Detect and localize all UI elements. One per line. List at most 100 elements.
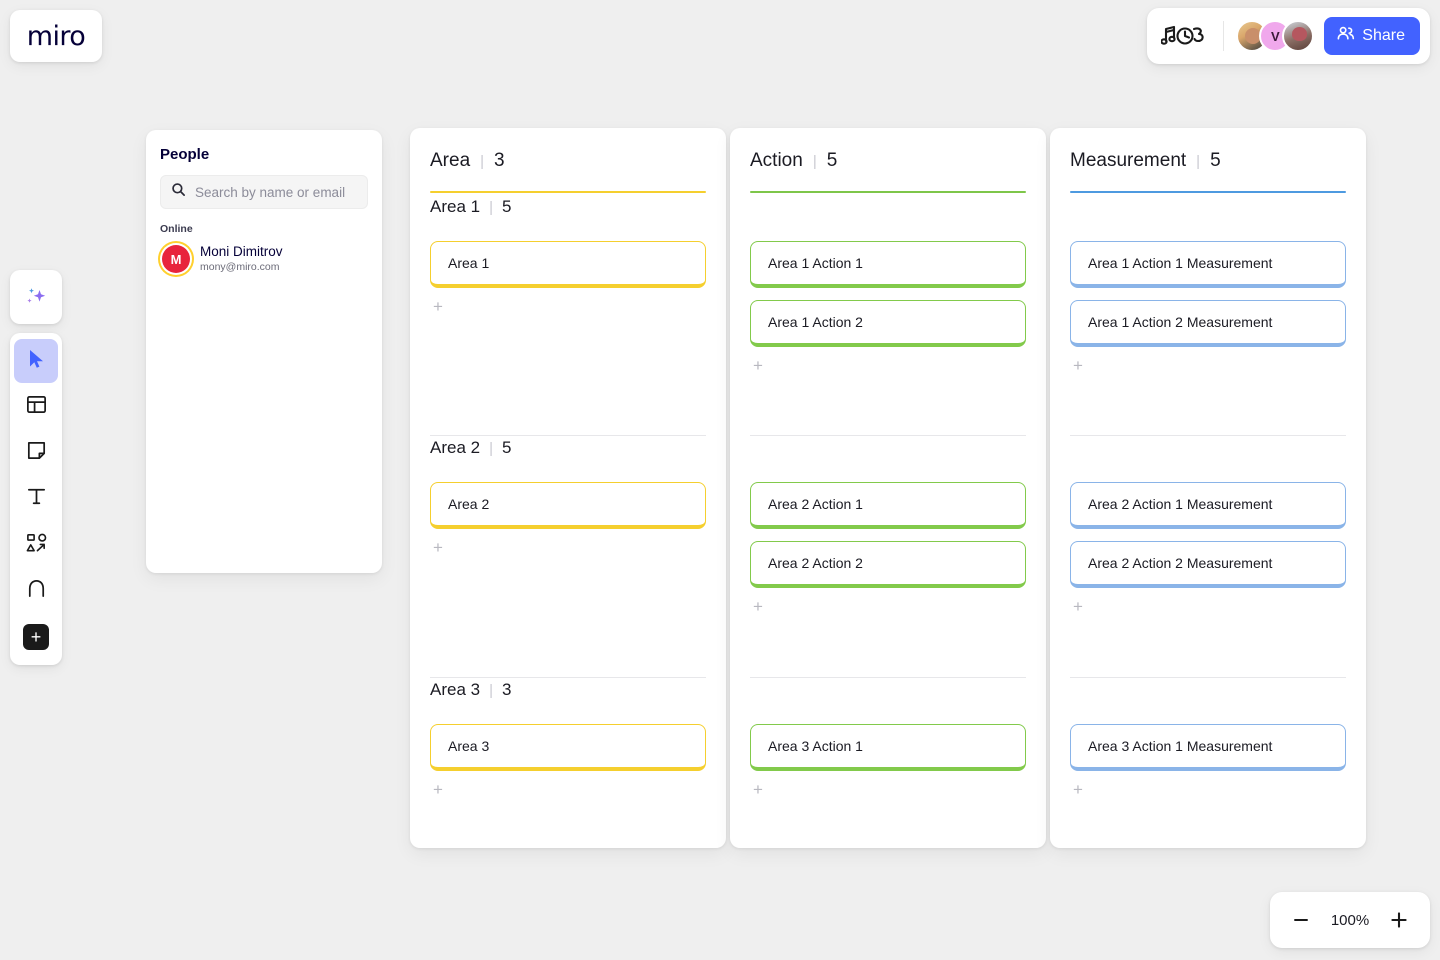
templates-tool[interactable]	[14, 385, 58, 429]
text-icon	[25, 485, 48, 513]
share-button-label: Share	[1362, 27, 1405, 44]
collaborator-avatars[interactable]: V	[1234, 20, 1315, 52]
board-card-label: Area 2 Action 2 Measurement	[1088, 555, 1273, 571]
card-list: Area 1 Action 1 Measurement Area 1 Action…	[1070, 241, 1346, 374]
people-list-item[interactable]: M Moni Dimitrov mony@miro.com	[160, 244, 368, 275]
column-title-separator: |	[1196, 153, 1201, 170]
search-input[interactable]	[195, 184, 357, 200]
board-card-label: Area 3	[448, 738, 490, 754]
zoom-level-label: 100%	[1330, 911, 1370, 929]
divider	[1223, 21, 1225, 51]
board-card[interactable]: Area 2 Action 1	[750, 482, 1026, 529]
board-card[interactable]: Area 2 Action 2	[750, 541, 1026, 588]
board-card-label: Area 2 Action 2	[768, 555, 863, 571]
board-card[interactable]: Area 3 Action 1	[750, 724, 1026, 771]
group-header	[1070, 678, 1346, 712]
card-list: Area 2 Action 1 Area 2 Action 2 +	[750, 482, 1026, 615]
add-card-button[interactable]: +	[433, 539, 449, 556]
card-list: Area 3 Action 1 +	[750, 724, 1026, 798]
select-tool[interactable]	[14, 339, 58, 383]
sparkles-icon	[22, 281, 50, 314]
pen-tool[interactable]	[14, 569, 58, 613]
ai-sparkles-tool[interactable]	[10, 270, 62, 324]
board-canvas: miro V Share + People Search by name or …	[0, 0, 1440, 960]
zoom-in-button[interactable]	[1386, 907, 1412, 933]
add-card-button[interactable]: +	[1073, 781, 1089, 798]
add-card-button[interactable]: +	[753, 357, 769, 374]
board-card-label: Area 2 Action 1 Measurement	[1088, 496, 1273, 512]
board-card[interactable]: Area 1 Action 2 Measurement	[1070, 300, 1346, 347]
card-list: Area 3 Action 1 Measurement +	[1070, 724, 1346, 798]
search-icon	[171, 182, 186, 202]
text-tool[interactable]	[14, 477, 58, 521]
column-count: 5	[1210, 150, 1221, 171]
column-title-separator: |	[480, 153, 485, 170]
board-card[interactable]: Area 3 Action 1 Measurement	[1070, 724, 1346, 771]
column-accent-rule	[430, 191, 706, 193]
group-title-separator: |	[489, 199, 493, 216]
column-count: 3	[494, 150, 505, 171]
column-title: Area	[430, 150, 471, 171]
column-accent-rule	[750, 191, 1026, 193]
card-list: Area 1 +	[430, 241, 706, 315]
sticky-note-icon	[25, 439, 48, 467]
card-group: Area 3 Action 1 Measurement +	[1070, 678, 1346, 841]
group-title: Area 2	[430, 438, 481, 457]
add-card-button[interactable]: +	[1073, 598, 1089, 615]
column-header: Action | 5	[750, 150, 1026, 172]
music-notes-timer-doodle-icon[interactable]	[1157, 19, 1213, 53]
board-column: Measurement | 5 Area 1 Action 1 Measurement…	[1050, 128, 1366, 848]
group-header	[1070, 436, 1346, 470]
add-card-button[interactable]: +	[433, 298, 449, 315]
group-title: Area 1	[430, 197, 481, 216]
board-card[interactable]: Area 3	[430, 724, 706, 771]
card-group: Area 1 Action 1 Measurement Area 1 Action…	[1070, 195, 1346, 435]
board-card[interactable]: Area 1 Action 2	[750, 300, 1026, 347]
shapes-tool[interactable]	[14, 523, 58, 567]
add-card-button[interactable]: +	[753, 781, 769, 798]
avatar[interactable]	[1282, 20, 1315, 52]
board-card-label: Area 2	[448, 496, 490, 512]
add-card-button[interactable]: +	[753, 598, 769, 615]
board-card-label: Area 1 Action 1 Measurement	[1088, 255, 1273, 271]
group-title-separator: |	[489, 682, 493, 699]
group-header	[1070, 195, 1346, 229]
board-card[interactable]: Area 2	[430, 482, 706, 529]
card-group: Area 1 | 5 Area 1 +	[430, 195, 706, 435]
board-card[interactable]: Area 2 Action 2 Measurement	[1070, 541, 1346, 588]
zoom-out-button[interactable]	[1288, 907, 1314, 933]
online-section-label: Online	[160, 223, 193, 235]
top-right-bar: V Share	[1147, 8, 1430, 64]
board-card[interactable]: Area 1	[430, 241, 706, 288]
card-list: Area 2 +	[430, 482, 706, 556]
card-group: Area 3 Action 1 +	[750, 678, 1026, 841]
group-header	[750, 195, 1026, 229]
group-header: Area 2 | 5	[430, 436, 706, 470]
miro-logo-button[interactable]: miro	[10, 10, 102, 62]
left-toolbar: +	[10, 333, 62, 665]
cursor-icon	[25, 348, 47, 375]
group-header: Area 3 | 3	[430, 678, 706, 712]
board-columns: Area | 3 Area 1 | 5 Area 1 + Area 2 | 5 Area 2 + Area…	[410, 128, 1366, 848]
board-card[interactable]: Area 1 Action 1 Measurement	[1070, 241, 1346, 288]
board-card-label: Area 1 Action 2	[768, 314, 863, 330]
column-header: Measurement | 5	[1070, 150, 1346, 172]
people-search-box[interactable]	[160, 175, 368, 209]
add-card-button[interactable]: +	[1073, 357, 1089, 374]
add-card-button[interactable]: +	[433, 781, 449, 798]
group-count: 5	[502, 438, 512, 457]
group-header	[750, 436, 1026, 470]
card-list: Area 1 Action 1 Area 1 Action 2 +	[750, 241, 1026, 374]
board-card[interactable]: Area 2 Action 1 Measurement	[1070, 482, 1346, 529]
column-count: 5	[826, 150, 838, 171]
people-panel: People Online M Moni Dimitrov mony@miro.…	[146, 130, 382, 573]
miro-logo-text: miro	[26, 20, 86, 52]
share-button[interactable]: Share	[1324, 17, 1420, 55]
sticky-note-tool[interactable]	[14, 431, 58, 475]
more-apps-tool[interactable]: +	[14, 615, 58, 659]
board-card[interactable]: Area 1 Action 1	[750, 241, 1026, 288]
card-group: Area 2 Action 1 Measurement Area 2 Action…	[1070, 436, 1346, 677]
shapes-connector-icon	[25, 531, 48, 559]
card-group: Area 1 Action 1 Area 1 Action 2 +	[750, 195, 1026, 435]
person-name: Moni Dimitrov	[200, 244, 283, 259]
